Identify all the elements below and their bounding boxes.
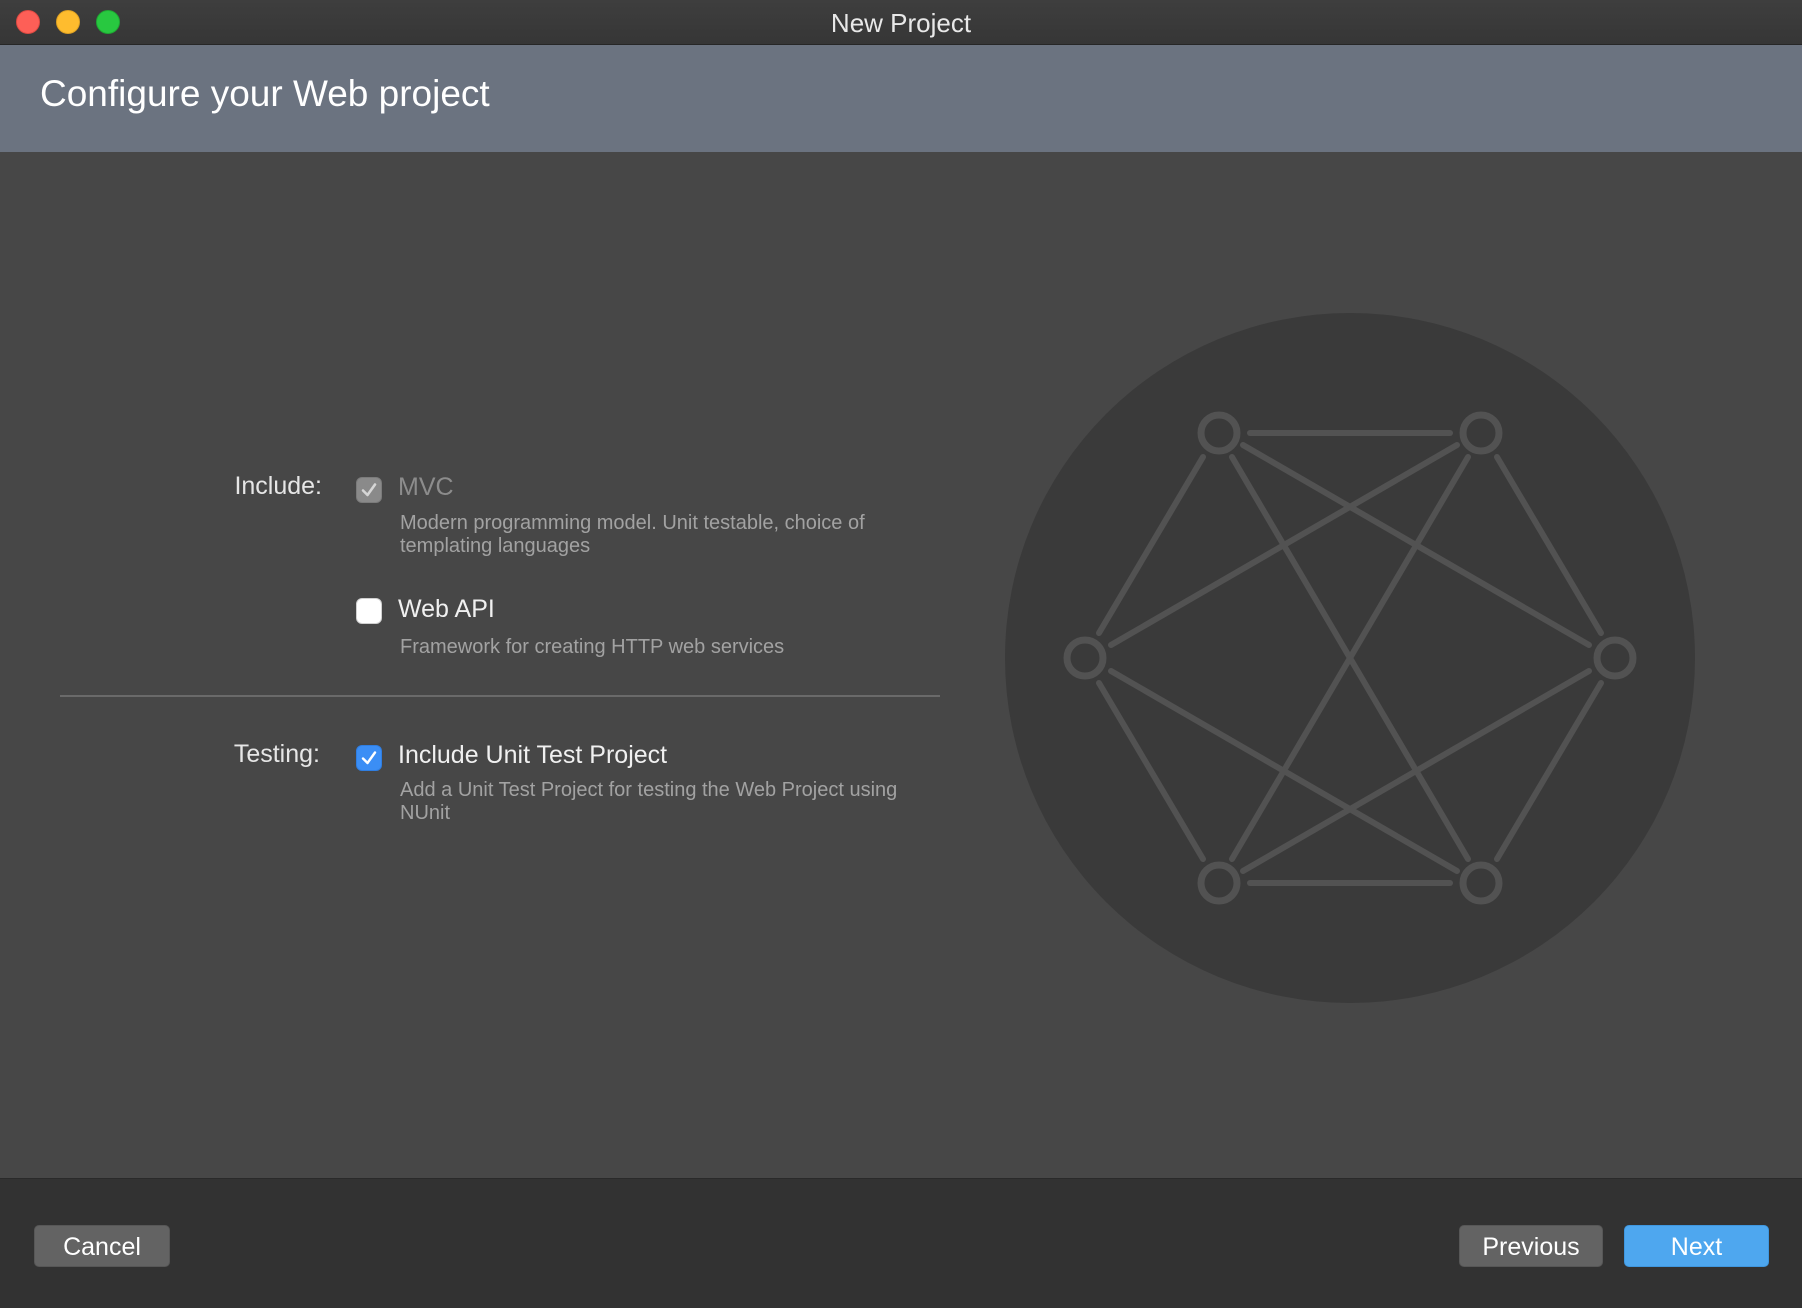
- unit-test-checkbox[interactable]: [356, 745, 382, 771]
- unit-test-option-label[interactable]: Include Unit Test Project: [398, 741, 667, 770]
- web-api-option-description: Framework for creating HTTP web services: [400, 636, 785, 658]
- mvc-checkbox[interactable]: [356, 477, 382, 503]
- title-bar: New Project: [0, 0, 1802, 45]
- previous-button[interactable]: Previous: [1459, 1225, 1603, 1267]
- new-project-window: New Project Configure your Web project I…: [0, 0, 1802, 1308]
- section-divider: [60, 695, 940, 697]
- footer-bar: Cancel Previous Next: [0, 1178, 1802, 1308]
- window-title: New Project: [830, 8, 972, 38]
- include-label: Include:: [234, 472, 322, 500]
- content-area: Include: MVC Modern programming model. U…: [0, 152, 1802, 1178]
- page-title: Configure your Web project: [40, 73, 490, 114]
- page-header: Configure your Web project: [0, 45, 1802, 152]
- network-graph-icon: [1005, 313, 1695, 1003]
- mvc-option-description: Modern programming model. Unit testable,…: [400, 512, 865, 557]
- web-api-checkbox[interactable]: [356, 598, 382, 624]
- unit-test-option-description: Add a Unit Test Project for testing the …: [400, 779, 898, 824]
- mvc-option-label: MVC: [398, 473, 454, 501]
- cancel-button[interactable]: Cancel: [34, 1225, 170, 1267]
- checkmark-icon: [361, 751, 377, 765]
- web-api-option-label[interactable]: Web API: [398, 595, 495, 624]
- checkmark-icon: [361, 483, 377, 497]
- next-button[interactable]: Next: [1624, 1225, 1769, 1267]
- testing-label: Testing:: [233, 740, 320, 768]
